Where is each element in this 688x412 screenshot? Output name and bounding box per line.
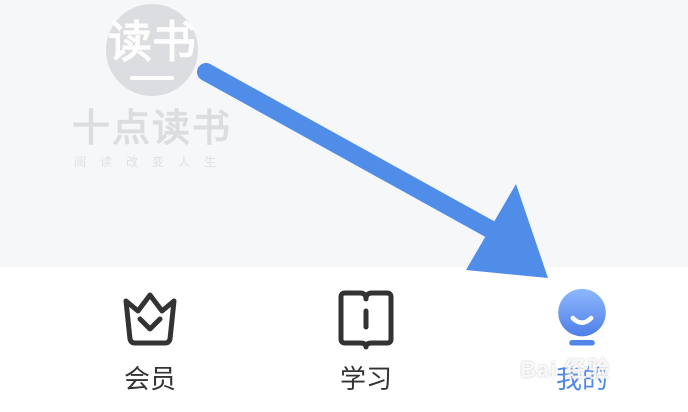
tab-study-label: 学习 [339, 365, 392, 395]
tab-vip[interactable]: 会员 [80, 267, 220, 412]
brand-slogan: 阅读改变人生 [73, 155, 230, 169]
brand-badge-underline [130, 76, 174, 80]
watermark: Bai 经验 [520, 357, 611, 382]
tab-study[interactable]: 学习 [296, 267, 436, 412]
app-screen: 读书 十点读书 阅读改变人生 会员 学习 我的 Bai 经验 [0, 0, 688, 412]
brand-title: 十点读书 [71, 105, 232, 150]
brand-logo-watermark: 读书 十点读书 阅读改变人生 [64, 4, 240, 170]
book-icon [338, 290, 394, 350]
brand-badge: 读书 [106, 4, 198, 96]
tab-vip-label: 会员 [123, 365, 176, 395]
crown-icon [123, 292, 177, 346]
profile-avatar-icon [558, 288, 606, 346]
brand-badge-text: 读书 [108, 17, 196, 68]
